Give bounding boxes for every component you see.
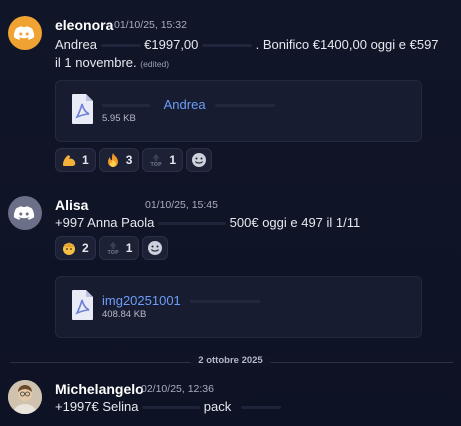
message-timestamp: 02/10/25, 12:36 [141, 383, 214, 395]
text-part: €1997,00 [144, 37, 199, 52]
redacted-text [215, 104, 276, 108]
reaction-count: 1 [125, 241, 133, 255]
message-timestamp: 01/10/25, 15:45 [145, 199, 218, 211]
reaction-count: 2 [82, 241, 89, 255]
text-part: +997 Anna Paola [55, 215, 155, 230]
reaction-party-face[interactable]: 2 [55, 236, 96, 260]
reaction-count: 3 [125, 153, 133, 167]
author-name[interactable]: Michelangelo [55, 381, 144, 397]
reaction-count: 1 [82, 153, 89, 167]
author-name[interactable]: eleonora [55, 17, 113, 33]
attachment-link[interactable]: img20251001 [102, 293, 181, 308]
text-part: il 1 novembre. [55, 55, 137, 70]
reaction-fire[interactable]: 3 [98, 148, 140, 172]
top-arrow-icon: TOP [148, 152, 164, 168]
person-avatar-icon [8, 380, 42, 414]
reaction-count: 1 [169, 153, 177, 167]
discord-logo-icon [13, 26, 35, 40]
file-attachment[interactable]: Andrea 5.95 KB [55, 80, 422, 142]
redacted-text [102, 104, 150, 108]
redacted-text [158, 222, 227, 226]
text-part: Andrea [55, 37, 97, 52]
text-part: pack [203, 399, 232, 414]
smiley-icon [147, 240, 163, 256]
redacted-text [202, 44, 253, 48]
pdf-file-icon [72, 94, 93, 124]
redacted-text [142, 406, 201, 410]
attachment-size: 408.84 KB [102, 309, 147, 320]
message-timestamp: 01/10/25, 15:32 [114, 19, 187, 31]
reaction-top[interactable]: TOP 1 [142, 148, 184, 172]
attachment-name[interactable]: img20251001 [102, 293, 261, 308]
attachment-name[interactable]: Andrea [102, 97, 276, 112]
date-divider: 2 ottobre 2025 [190, 355, 271, 366]
flexed-biceps-icon [61, 152, 77, 168]
svg-text:TOP: TOP [151, 162, 162, 168]
message-text: +1997€ Selina pack [55, 398, 281, 416]
file-attachment[interactable]: img20251001 408.84 KB [55, 276, 422, 338]
reaction-top[interactable]: TOP 1 [98, 236, 140, 260]
author-name[interactable]: Alisa [55, 197, 88, 213]
redacted-text [190, 300, 261, 304]
redacted-text [100, 44, 141, 48]
reaction-flexed-biceps[interactable]: 1 [55, 148, 96, 172]
edited-label: (edited) [140, 59, 170, 69]
party-face-icon [61, 240, 77, 256]
add-reaction-button[interactable] [142, 236, 169, 260]
reactions-bar: 1 3 TOP 1 [55, 148, 213, 172]
smiley-icon [191, 152, 207, 168]
text-part: +1997€ Selina [55, 399, 139, 414]
top-arrow-icon: TOP [105, 240, 121, 256]
attachment-size: 5.95 KB [102, 113, 136, 124]
discord-logo-icon [13, 206, 35, 220]
pdf-file-icon [72, 290, 93, 320]
add-reaction-button[interactable] [186, 148, 213, 172]
fire-icon [105, 152, 121, 168]
text-part: 500€ oggi e 497 il 1/11 [229, 215, 361, 230]
reactions-bar: 2 TOP 1 [55, 236, 169, 260]
message-text: +997 Anna Paola 500€ oggi e 497 il 1/11 [55, 214, 360, 232]
message-text-line2: il 1 novembre. (edited) [55, 54, 169, 73]
avatar[interactable] [8, 196, 42, 230]
attachment-link[interactable]: Andrea [164, 97, 206, 112]
redacted-text [240, 406, 281, 410]
message-text: Andrea €1997,00 . Bonifico €1400,00 oggi… [55, 36, 439, 54]
avatar[interactable] [8, 380, 42, 414]
svg-text:TOP: TOP [107, 250, 118, 256]
avatar[interactable] [8, 16, 42, 50]
text-part: . Bonifico €1400,00 oggi e €597 [255, 37, 439, 52]
